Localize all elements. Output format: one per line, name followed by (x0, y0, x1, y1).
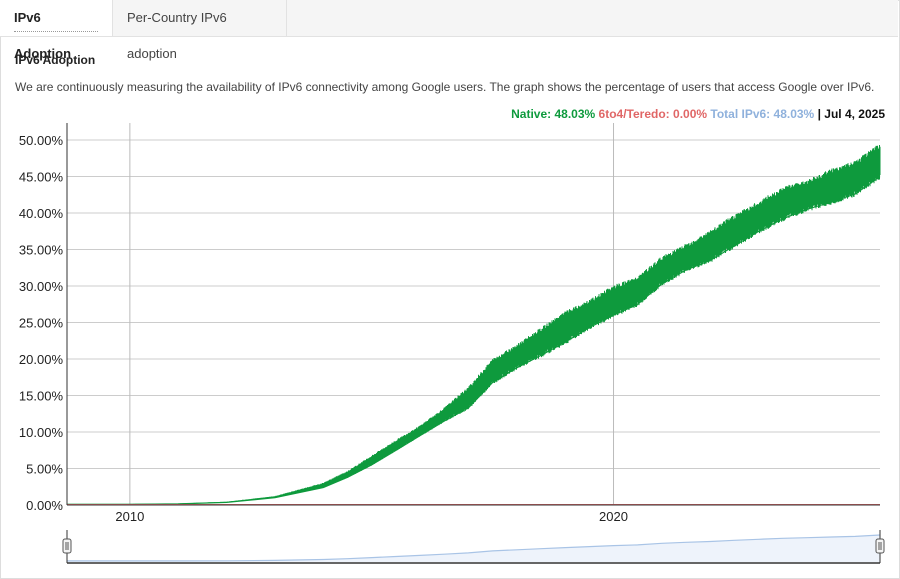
y-tick-label: 35.00% (19, 243, 64, 258)
tick-labels: 0.00% 5.00% 10.00% 15.00% 20.00% 25.00% 30.00%… (19, 133, 628, 524)
range-navigator[interactable] (62, 530, 885, 564)
y-tick-label: 10.00% (19, 425, 64, 440)
data-series (66, 145, 881, 505)
y-tick-label: 40.00% (19, 206, 64, 221)
y-tick-label: 20.00% (19, 352, 64, 367)
y-tick-label: 30.00% (19, 279, 64, 294)
x-tick-label: 2010 (115, 509, 144, 524)
y-tick-label: 50.00% (19, 133, 64, 148)
y-tick-label: 15.00% (19, 389, 64, 404)
y-tick-label: 25.00% (19, 316, 64, 331)
y-tick-label: 0.00% (26, 498, 63, 513)
y-tick-label: 5.00% (26, 462, 63, 477)
ipv6-adoption-chart[interactable]: 0.00% 5.00% 10.00% 15.00% 20.00% 25.00% 30.00%… (0, 0, 900, 579)
native-series-band (66, 145, 881, 505)
y-tick-label: 45.00% (19, 170, 64, 185)
axes (66, 123, 880, 506)
x-tick-label: 2020 (599, 509, 628, 524)
handle-body (875, 538, 885, 554)
handle-body (62, 538, 72, 554)
navigator-left-handle[interactable] (62, 538, 72, 554)
navigator-right-handle[interactable] (875, 538, 885, 554)
grid-lines (67, 123, 880, 506)
